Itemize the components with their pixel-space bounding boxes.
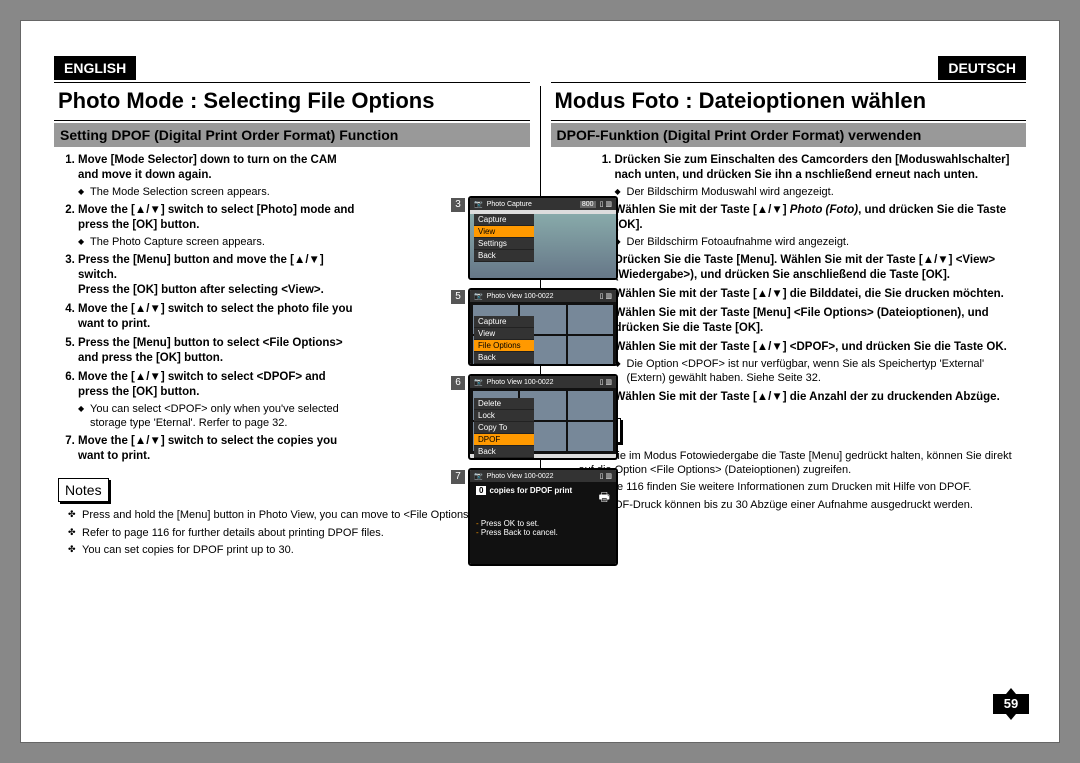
manual-page: ENGLISH Photo Mode : Selecting File Opti…: [20, 20, 1060, 743]
camera-icon: 📷: [474, 200, 483, 208]
step-badge: 6: [451, 376, 465, 390]
lang-tag-deutsch: DEUTSCH: [938, 56, 1026, 80]
notes-deutsch: Wenn Sie im Modus Fotowiedergabe die Tas…: [551, 449, 1027, 512]
print-icon: 🖶: [599, 488, 610, 509]
lcd-screen-6: 📷Photo View 100-0022▯ ▥ Delete Lock Copy…: [468, 374, 618, 460]
title-english: Photo Mode : Selecting File Options: [54, 82, 530, 121]
lang-tag-english: ENGLISH: [54, 56, 136, 80]
lcd-screen-7: 📷Photo View 100-0022▯ ▥ 0copies for DPOF…: [468, 468, 618, 566]
subtitle-deutsch: DPOF-Funktion (Digital Print Order Forma…: [551, 123, 1027, 147]
lcd-screen-3: 📷Photo Capture800▯ ▥ Capture View Settin…: [468, 196, 618, 280]
camera-icon: 📷: [474, 292, 483, 300]
camera-icon: 📷: [474, 472, 483, 480]
step-badge: 5: [451, 290, 465, 304]
lcd-screen-5: 📷Photo View 100-0022▯ ▥ Capture View Fil…: [468, 288, 618, 366]
steps-deutsch: Drücken Sie zum Einschalten des Camcorde…: [591, 153, 1027, 405]
page-number: 59: [993, 694, 1029, 714]
notes-head-english: Notes: [58, 478, 109, 502]
steps-english: Move [Mode Selector] down to turn on the…: [54, 153, 358, 464]
subtitle-english: Setting DPOF (Digital Print Order Format…: [54, 123, 530, 147]
title-deutsch: Modus Foto : Dateioptionen wählen: [551, 82, 1027, 121]
step-badge: 7: [451, 470, 465, 484]
step-badge: 3: [451, 198, 465, 212]
camera-icon: 📷: [474, 378, 483, 386]
lcd-screenshots: 3 📷Photo Capture800▯ ▥ Capture View Sett…: [451, 196, 621, 566]
